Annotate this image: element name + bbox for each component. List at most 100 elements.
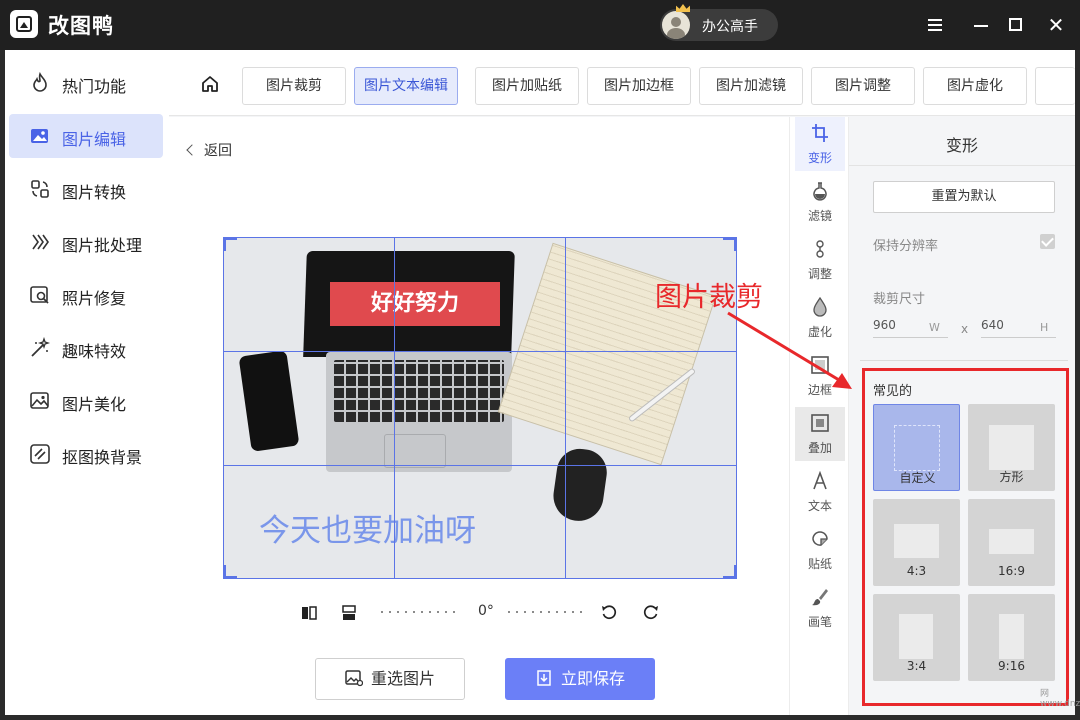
tool-label: 画笔	[807, 615, 832, 629]
width-underline	[873, 337, 948, 338]
tool-brush[interactable]: 画笔	[795, 581, 845, 635]
user-account[interactable]: 办公高手	[660, 9, 778, 41]
height-input[interactable]: 640	[981, 318, 1004, 332]
sidebar-item-effects[interactable]: 趣味特效	[9, 326, 163, 370]
preset-square[interactable]: 方形	[968, 404, 1055, 491]
width-unit: W	[929, 321, 940, 334]
preset-9-16[interactable]: 9:16	[968, 594, 1055, 681]
tab-more[interactable]	[1035, 67, 1075, 105]
preset-shape	[894, 524, 939, 558]
back-link[interactable]: 返回	[186, 140, 232, 160]
crop-icon	[812, 124, 828, 142]
sidebar-item-repair[interactable]: 照片修复	[9, 273, 163, 317]
sidebar-item-image-edit[interactable]: 图片编辑	[9, 114, 163, 158]
sidebar-item-label: 图片转换	[62, 183, 127, 202]
preset-shape	[989, 425, 1034, 470]
sidebar-item-label: 图片编辑	[62, 130, 127, 149]
sidebar-item-convert[interactable]: 图片转换	[9, 167, 163, 211]
reset-default-button[interactable]: 重置为默认	[873, 181, 1055, 213]
tool-filter[interactable]: 滤镜	[795, 175, 845, 229]
tool-adjust[interactable]: 调整	[795, 233, 845, 287]
annotation-arrow-icon	[727, 311, 852, 389]
rotate-left-icon[interactable]	[600, 604, 618, 622]
preset-shape	[999, 614, 1024, 659]
brush-icon	[812, 589, 828, 606]
sidebar-item-label: 照片修复	[62, 289, 127, 308]
tool-text[interactable]: 文本	[795, 465, 845, 519]
chevron-left-icon	[186, 144, 198, 156]
preset-shape	[894, 425, 940, 471]
preset-label: 16:9	[998, 564, 1025, 578]
sidebar-item-label: 图片美化	[62, 395, 127, 414]
reselect-label: 重选图片	[370, 669, 435, 688]
keep-resolution-label: 保持分辨率	[873, 239, 939, 254]
menu-icon[interactable]	[922, 12, 948, 38]
tool-transform[interactable]: 变形	[795, 117, 845, 171]
divider	[860, 360, 1068, 361]
convert-icon	[31, 180, 49, 198]
preset-custom[interactable]: 自定义	[873, 404, 960, 491]
app-title: 改图鸭	[48, 14, 114, 38]
tool-label: 贴纸	[807, 557, 832, 571]
flip-horizontal-icon[interactable]	[300, 604, 318, 622]
tool-strip: 变形 滤镜 调整 虚化 边框 叠加 文本 贴纸 画笔	[789, 117, 849, 715]
download-icon	[537, 670, 551, 686]
user-name: 办公高手	[702, 19, 758, 35]
flip-vertical-icon[interactable]	[340, 604, 358, 622]
rotation-slider-right[interactable]	[508, 611, 582, 615]
tool-sticker[interactable]: 贴纸	[795, 523, 845, 577]
height-unit: H	[1040, 321, 1049, 334]
image-reselect-icon	[345, 670, 363, 687]
preset-label: 方形	[999, 470, 1024, 484]
height-underline	[981, 337, 1056, 338]
vip-crown-icon	[676, 4, 690, 12]
tool-label: 变形	[807, 151, 832, 165]
crop-handle-bottom-left[interactable]	[223, 565, 237, 579]
tool-overlay[interactable]: 叠加	[795, 407, 845, 461]
picture-icon	[30, 392, 49, 409]
tab-crop[interactable]: 图片裁剪	[242, 67, 346, 105]
tool-label: 叠加	[807, 441, 832, 455]
sidebar: 热门功能 图片编辑 图片转换 图片批处理 照片修复 趣味特效 图片美化 抠图换背…	[5, 50, 169, 715]
sidebar-item-hot[interactable]: 热门功能	[9, 61, 163, 105]
sidebar-item-cutout[interactable]: 抠图换背景	[9, 432, 163, 476]
panel-title: 变形	[946, 136, 979, 155]
app-logo-icon	[10, 10, 38, 38]
feature-tabs: 图片裁剪 图片文本编辑 图片加贴纸 图片加边框 图片加滤镜 图片调整 图片虚化	[169, 50, 1075, 116]
rotation-slider-left[interactable]	[381, 611, 455, 615]
tab-sticker[interactable]: 图片加贴纸	[475, 67, 579, 105]
sidebar-item-label: 热门功能	[62, 77, 127, 96]
watermark: 网 www.dnzp.com	[1040, 689, 1080, 709]
save-label: 立即保存	[560, 669, 625, 688]
sidebar-item-label: 图片批处理	[62, 236, 143, 255]
preset-4-3[interactable]: 4:3	[873, 499, 960, 586]
minimize-icon[interactable]	[968, 12, 994, 38]
tab-text-edit[interactable]: 图片文本编辑	[354, 67, 458, 105]
preset-3-4[interactable]: 3:4	[873, 594, 960, 681]
crop-handle-top-right[interactable]	[723, 237, 737, 251]
sidebar-item-batch[interactable]: 图片批处理	[9, 220, 163, 264]
tab-filter[interactable]: 图片加滤镜	[699, 67, 803, 105]
tab-blur[interactable]: 图片虚化	[923, 67, 1027, 105]
batch-icon	[32, 234, 49, 250]
keep-resolution-checkbox[interactable]	[1040, 234, 1055, 249]
preset-16-9[interactable]: 16:9	[968, 499, 1055, 586]
home-icon[interactable]	[201, 75, 219, 93]
save-button[interactable]: 立即保存	[505, 658, 655, 700]
crop-handle-top-left[interactable]	[223, 237, 237, 251]
tab-adjust[interactable]: 图片调整	[811, 67, 915, 105]
sidebar-item-label: 趣味特效	[62, 342, 127, 361]
tool-label: 滤镜	[807, 209, 832, 223]
reselect-image-button[interactable]: 重选图片	[315, 658, 465, 700]
tool-label: 文本	[807, 499, 832, 513]
crop-handle-bottom-right[interactable]	[723, 565, 737, 579]
title-bar: 改图鸭 办公高手 ✕	[0, 0, 1080, 50]
sidebar-item-beautify[interactable]: 图片美化	[9, 379, 163, 423]
width-input[interactable]: 960	[873, 318, 896, 332]
maximize-icon[interactable]	[1003, 12, 1029, 38]
magic-wand-icon	[31, 337, 51, 357]
close-icon[interactable]: ✕	[1043, 12, 1069, 38]
rotate-right-icon[interactable]	[642, 604, 660, 622]
layers-icon	[811, 414, 829, 432]
tab-border[interactable]: 图片加边框	[587, 67, 691, 105]
